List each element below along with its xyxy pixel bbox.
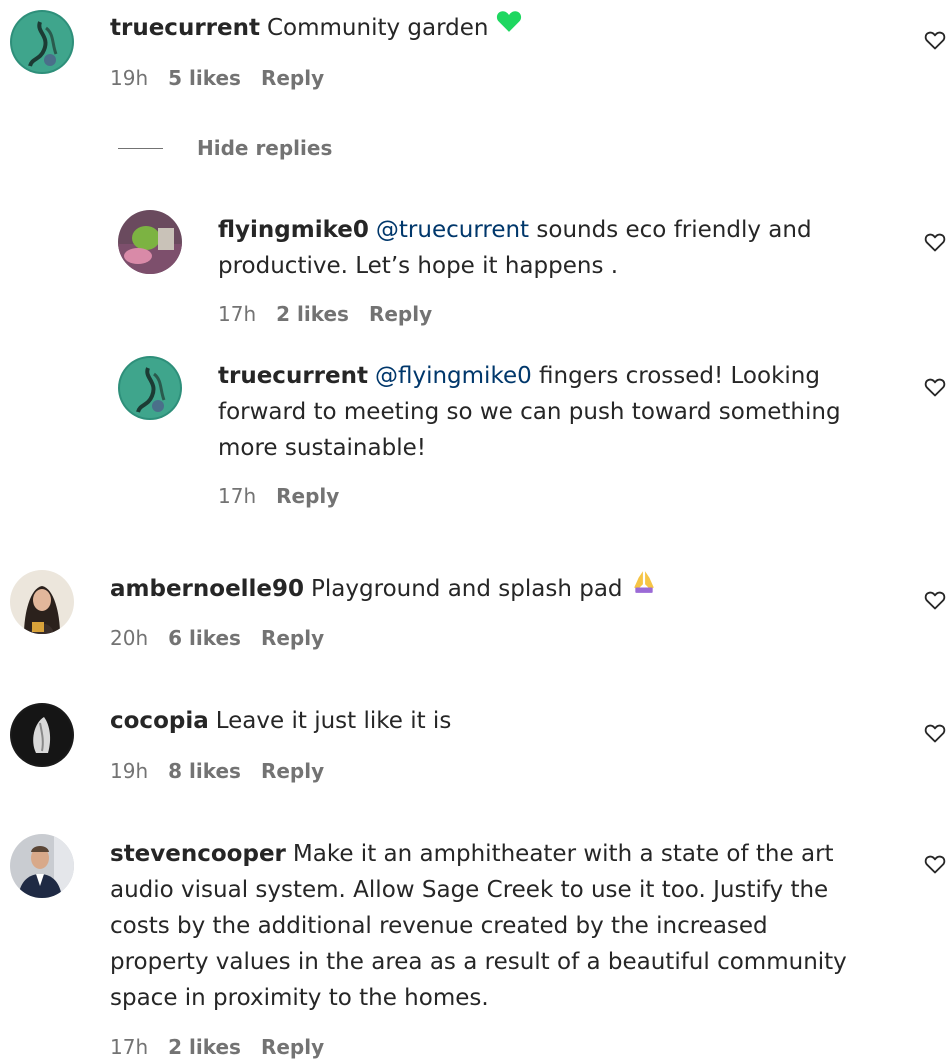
comment-meta: 20h 6 likes Reply <box>110 626 344 650</box>
comment-text: cocopia Leave it just like it is <box>110 703 451 739</box>
reply-body: sounds eco friendly and <box>536 217 812 243</box>
username[interactable]: stevencooper <box>110 841 286 867</box>
hide-replies-button[interactable]: Hide replies <box>118 134 332 162</box>
comment-line: stevencooper Make it an amphitheater with… <box>110 836 847 872</box>
reply-line: truecurrent @flyingmike0 fingers crossed!… <box>218 358 841 394</box>
comment-body: Make it an amphitheater with a state of … <box>292 841 834 867</box>
like-heart-icon[interactable] <box>923 28 947 52</box>
hide-replies-label: Hide replies <box>197 136 333 160</box>
like-heart-icon[interactable] <box>923 230 947 254</box>
mention-link[interactable]: @truecurrent <box>376 217 529 243</box>
likes-count[interactable]: 2 likes <box>276 302 349 326</box>
comment-time[interactable]: 17h <box>110 1035 148 1059</box>
comment-text: ambernoelle90 Playground and splash pad <box>110 571 657 608</box>
green-heart-emoji <box>496 8 522 44</box>
comment-text: truecurrent Community garden <box>110 10 522 47</box>
comment-body: Playground and splash pad <box>311 576 623 602</box>
reply-body: fingers crossed! Looking <box>539 363 820 389</box>
comment-meta: 17h 2 likes Reply <box>218 302 452 326</box>
reply-button[interactable]: Reply <box>369 302 432 326</box>
avatar[interactable] <box>10 703 74 767</box>
username[interactable]: truecurrent <box>110 15 260 41</box>
likes-count[interactable]: 6 likes <box>168 626 241 650</box>
comment-time[interactable]: 19h <box>110 759 148 783</box>
comment-meta: 19h 8 likes Reply <box>110 759 344 783</box>
avatar[interactable] <box>118 210 182 274</box>
reply-line: more sustainable! <box>218 435 426 461</box>
comment-body: Community garden <box>266 15 489 41</box>
comment-time[interactable]: 17h <box>218 484 256 508</box>
comment-text: stevencooper Make it an amphitheater with… <box>110 836 847 1016</box>
reply-button[interactable]: Reply <box>261 66 324 90</box>
avatar[interactable] <box>118 356 182 420</box>
reply-line: flyingmike0 @truecurrent sounds eco frien… <box>218 212 812 248</box>
reply-button[interactable]: Reply <box>261 1035 324 1059</box>
comment-time[interactable]: 20h <box>110 626 148 650</box>
comment-body: Leave it just like it is <box>215 708 452 734</box>
avatar[interactable] <box>10 834 74 898</box>
reply-button[interactable]: Reply <box>276 484 339 508</box>
avatar[interactable] <box>10 10 74 74</box>
comment-meta: 19h 5 likes Reply <box>110 66 344 90</box>
comment-line: costs by the additional revenue created … <box>110 913 768 939</box>
avatar-image <box>10 703 74 767</box>
reply-button[interactable]: Reply <box>261 759 324 783</box>
avatar-image <box>118 210 182 274</box>
comment-line: property values in the area as a result … <box>110 949 847 975</box>
reply-line: forward to meeting so we can push toward… <box>218 399 841 425</box>
comment-line: audio visual system. Allow Sage Creek to… <box>110 877 829 903</box>
like-heart-icon[interactable] <box>923 852 947 876</box>
comment-time[interactable]: 19h <box>110 66 148 90</box>
comment-time[interactable]: 17h <box>218 302 256 326</box>
likes-count[interactable]: 8 likes <box>168 759 241 783</box>
reply-text: flyingmike0 @truecurrent sounds eco frien… <box>218 212 812 284</box>
likes-count[interactable]: 2 likes <box>168 1035 241 1059</box>
like-heart-icon[interactable] <box>923 721 947 745</box>
reply-line: productive. Let’s hope it happens . <box>218 253 619 279</box>
divider-line <box>118 148 163 149</box>
avatar-image <box>10 570 74 634</box>
like-heart-icon[interactable] <box>923 375 947 399</box>
avatar-image <box>118 356 182 420</box>
username[interactable]: truecurrent <box>218 363 368 389</box>
avatar-image <box>10 834 74 898</box>
username[interactable]: flyingmike0 <box>218 217 369 243</box>
comment-line: space in proximity to the homes. <box>110 985 489 1011</box>
comment-meta: 17h Reply <box>218 484 359 508</box>
mention-link[interactable]: @flyingmike0 <box>375 363 532 389</box>
avatar[interactable] <box>10 570 74 634</box>
avatar-image <box>10 10 74 74</box>
username[interactable]: cocopia <box>110 708 209 734</box>
folded-hands-emoji <box>631 568 657 605</box>
username[interactable]: ambernoelle90 <box>110 576 304 602</box>
likes-count[interactable]: 5 likes <box>168 66 241 90</box>
reply-text: truecurrent @flyingmike0 fingers crossed!… <box>218 358 841 466</box>
comment-meta: 17h 2 likes Reply <box>110 1035 344 1059</box>
reply-button[interactable]: Reply <box>261 626 324 650</box>
like-heart-icon[interactable] <box>923 588 947 612</box>
